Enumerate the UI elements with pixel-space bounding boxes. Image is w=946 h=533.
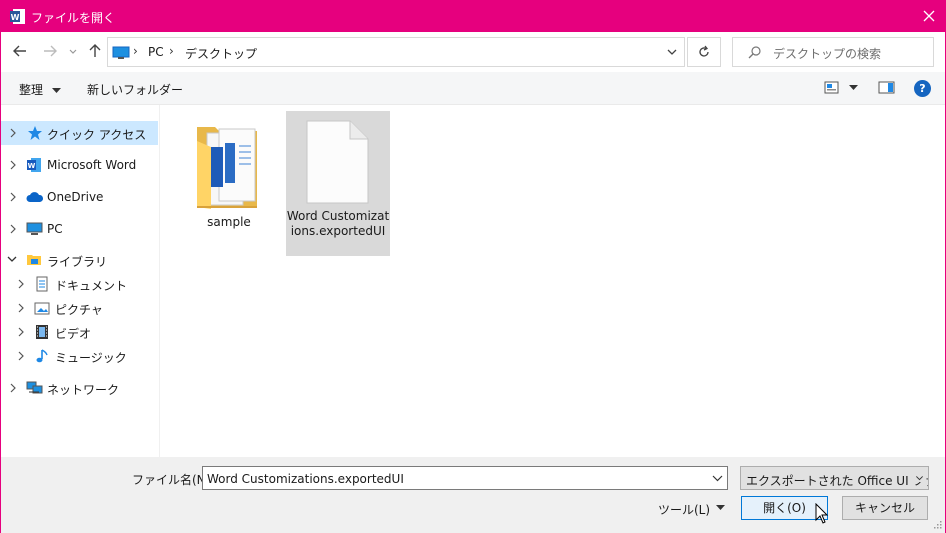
- chevron-down-icon: [911, 474, 925, 482]
- new-folder-button[interactable]: 新しいフォルダー: [87, 81, 183, 98]
- search-placeholder: デスクトップの検索: [773, 47, 882, 61]
- sidebar-item-quick-access[interactable]: クイック アクセス: [1, 121, 158, 145]
- resize-grip-icon[interactable]: [932, 519, 942, 529]
- back-arrow-icon[interactable]: [11, 42, 29, 60]
- file-item-sample[interactable]: sample: [177, 111, 281, 235]
- caret-down-icon[interactable]: [716, 505, 725, 511]
- chevron-right-icon[interactable]: [9, 128, 17, 138]
- filename-value: Word Customizations.exportedUI: [207, 472, 404, 486]
- chevron-right-icon[interactable]: [17, 303, 25, 313]
- breadcrumb-desktop[interactable]: デスクトップ: [185, 45, 257, 62]
- open-file-dialog: W ファイルを開く › PC › デスクトップ デスクトップの検索 整理 新しい…: [0, 0, 946, 533]
- computer-icon: [112, 46, 130, 59]
- forward-arrow-icon[interactable]: [41, 42, 59, 60]
- view-options-icon[interactable]: [824, 81, 839, 94]
- svg-text:W: W: [11, 13, 20, 22]
- command-bar: 整理 新しいフォルダー ?: [1, 72, 945, 105]
- sidebar-item-videos[interactable]: ビデオ: [1, 320, 158, 344]
- filetype-select[interactable]: エクスポートされた Office UI ファイル: [740, 466, 929, 490]
- word-icon: W: [10, 9, 25, 24]
- caret-down-icon[interactable]: [849, 85, 858, 91]
- file-name: sample: [207, 215, 251, 229]
- chevron-down-icon[interactable]: [666, 47, 678, 57]
- sidebar-item-label: ドキュメント: [55, 279, 128, 293]
- sidebar-item-pictures[interactable]: ピクチャ: [1, 296, 158, 320]
- word-icon: W: [27, 158, 41, 172]
- navigation-pane: クイック アクセス W Microsoft Word OneDrive PC ラ…: [1, 105, 160, 457]
- chevron-right-icon[interactable]: [17, 327, 25, 337]
- caret-down-icon: [51, 87, 61, 93]
- sidebar-item-label: ネットワーク: [47, 383, 120, 397]
- sidebar-item-label: ビデオ: [55, 327, 92, 341]
- sidebar-item-label: OneDrive: [47, 190, 104, 204]
- filetype-value: エクスポートされた Office UI ファイル: [746, 474, 928, 488]
- close-icon[interactable]: [919, 6, 939, 26]
- library-folder-icon: [27, 255, 41, 265]
- chevron-right-icon[interactable]: [9, 160, 17, 170]
- chevron-down-icon[interactable]: [67, 42, 79, 60]
- chevron-down-icon[interactable]: [712, 474, 723, 482]
- file-icon: [306, 120, 369, 204]
- sidebar-item-label: PC: [47, 222, 63, 236]
- music-icon: [36, 349, 48, 363]
- svg-text:W: W: [28, 162, 36, 170]
- filename-input[interactable]: Word Customizations.exportedUI: [202, 466, 728, 490]
- chevron-right-icon[interactable]: [9, 224, 17, 234]
- file-item-word-customizations[interactable]: Word Customizations.exportedUI: [286, 111, 390, 256]
- file-name: Word Customizations.exportedUI: [286, 209, 390, 238]
- folder-icon: [197, 127, 257, 209]
- refresh-icon: [699, 45, 709, 57]
- sidebar-item-label: ミュージック: [55, 351, 127, 365]
- video-icon: [36, 325, 48, 339]
- breadcrumb-separator: ›: [169, 44, 174, 58]
- tools-menu[interactable]: ツール(L): [658, 501, 710, 518]
- up-arrow-icon[interactable]: [86, 42, 104, 60]
- chevron-right-icon[interactable]: [9, 192, 17, 202]
- refresh-button[interactable]: [687, 37, 721, 67]
- picture-icon: [34, 302, 50, 315]
- dialog-footer: ファイル名(N): Word Customizations.exportedUI…: [1, 457, 945, 533]
- breadcrumb-separator: ›: [133, 44, 138, 58]
- star-icon: [28, 126, 42, 140]
- preview-pane-icon[interactable]: [878, 81, 895, 94]
- sidebar-item-libraries[interactable]: ライブラリ: [1, 248, 158, 272]
- search-icon: [748, 46, 761, 59]
- search-box[interactable]: デスクトップの検索: [732, 37, 934, 67]
- sidebar-item-label: ライブラリ: [47, 255, 108, 269]
- chevron-right-icon[interactable]: [17, 351, 25, 361]
- cloud-icon: [26, 192, 44, 202]
- file-list: sample Word Customizations.exportedUI: [161, 105, 945, 457]
- mouse-cursor-icon: [815, 503, 829, 524]
- organize-button[interactable]: 整理: [19, 81, 61, 98]
- sidebar-item-label: ピクチャ: [55, 303, 103, 317]
- sidebar-item-label: クイック アクセス: [47, 128, 147, 142]
- cancel-button[interactable]: キャンセル: [842, 496, 928, 520]
- network-icon: [26, 381, 43, 394]
- sidebar-item-network[interactable]: ネットワーク: [1, 376, 158, 400]
- sidebar-item-label: Microsoft Word: [47, 158, 137, 172]
- sidebar-item-music[interactable]: ミュージック: [1, 344, 158, 368]
- computer-icon: [26, 222, 43, 235]
- window-title: ファイルを開く: [31, 11, 116, 25]
- title-bar: W ファイルを開く: [1, 1, 945, 32]
- sidebar-item-onedrive[interactable]: OneDrive: [1, 185, 158, 209]
- chevron-down-icon[interactable]: [7, 255, 17, 263]
- document-icon: [36, 276, 48, 292]
- chevron-right-icon[interactable]: [9, 383, 17, 393]
- organize-label: 整理: [19, 83, 44, 97]
- sidebar-item-microsoft-word[interactable]: W Microsoft Word: [1, 153, 158, 177]
- help-button[interactable]: ?: [914, 80, 931, 97]
- address-bar[interactable]: › PC › デスクトップ: [107, 37, 685, 67]
- sidebar-item-pc[interactable]: PC: [1, 217, 158, 241]
- sidebar-item-documents[interactable]: ドキュメント: [1, 272, 158, 296]
- navigation-bar: › PC › デスクトップ デスクトップの検索: [1, 32, 945, 72]
- chevron-right-icon[interactable]: [17, 279, 25, 289]
- breadcrumb-pc[interactable]: PC: [148, 45, 164, 59]
